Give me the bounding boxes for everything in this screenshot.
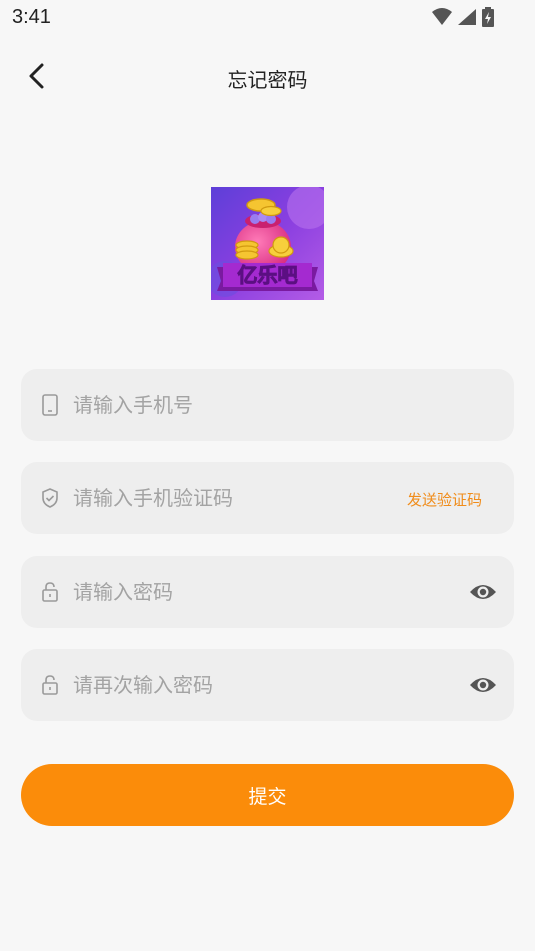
password-input[interactable]	[73, 556, 393, 628]
app-logo: 亿乐吧	[211, 187, 324, 300]
status-time: 3:41	[12, 6, 51, 28]
eye-icon[interactable]	[468, 580, 498, 604]
status-icons	[431, 7, 495, 27]
code-input[interactable]	[73, 462, 393, 534]
password-field	[21, 556, 514, 628]
confirm-password-field	[21, 649, 514, 721]
code-field: 发送验证码	[21, 462, 514, 534]
eye-icon[interactable]	[468, 673, 498, 697]
battery-icon	[482, 7, 494, 27]
phone-input[interactable]	[73, 369, 393, 441]
status-bar: 3:41	[0, 0, 535, 36]
lock-icon	[42, 582, 58, 602]
phone-field	[21, 369, 514, 441]
lock-icon	[42, 675, 58, 695]
wifi-icon	[432, 8, 452, 25]
nav-bar: 忘记密码	[0, 50, 535, 106]
phone-icon	[42, 394, 58, 416]
send-code-button[interactable]: 发送验证码	[407, 489, 482, 510]
submit-button[interactable]: 提交	[21, 764, 514, 826]
logo-text: 亿乐吧	[238, 263, 298, 287]
shield-check-icon	[42, 488, 58, 508]
signal-icon	[458, 9, 476, 25]
confirm-password-input[interactable]	[73, 649, 393, 721]
page-title: 忘记密码	[227, 68, 308, 92]
